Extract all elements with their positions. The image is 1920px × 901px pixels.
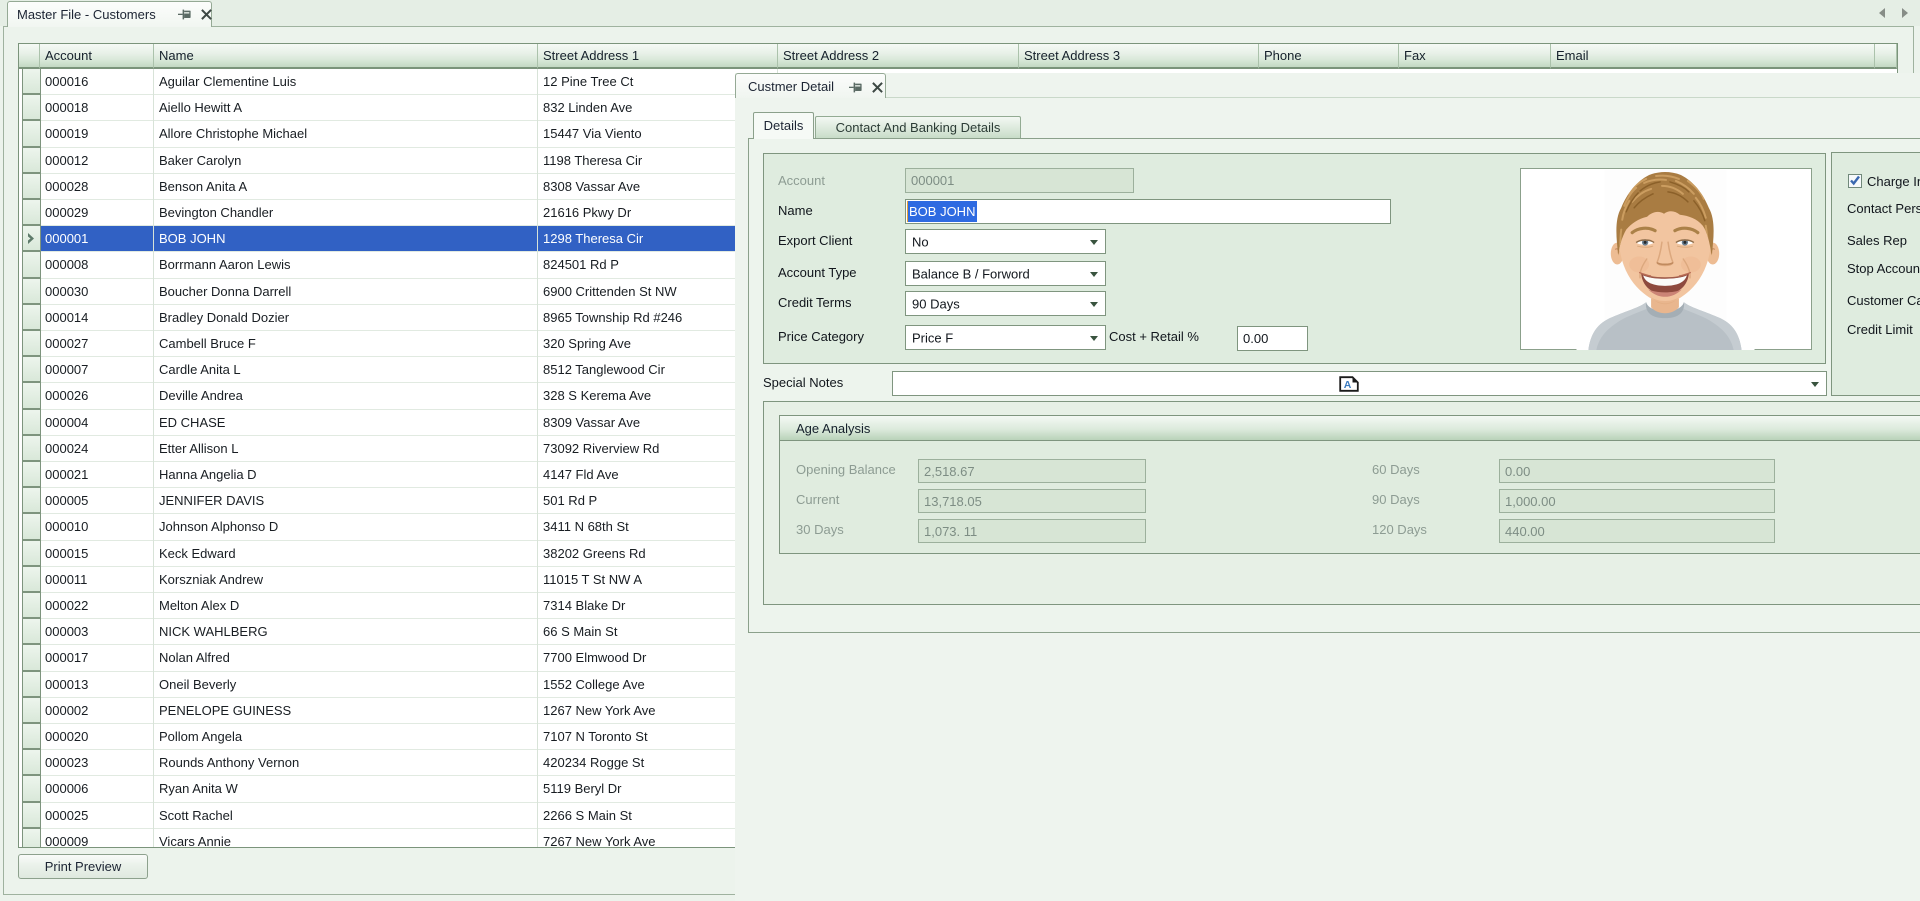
svg-text:A: A [1344, 379, 1352, 391]
